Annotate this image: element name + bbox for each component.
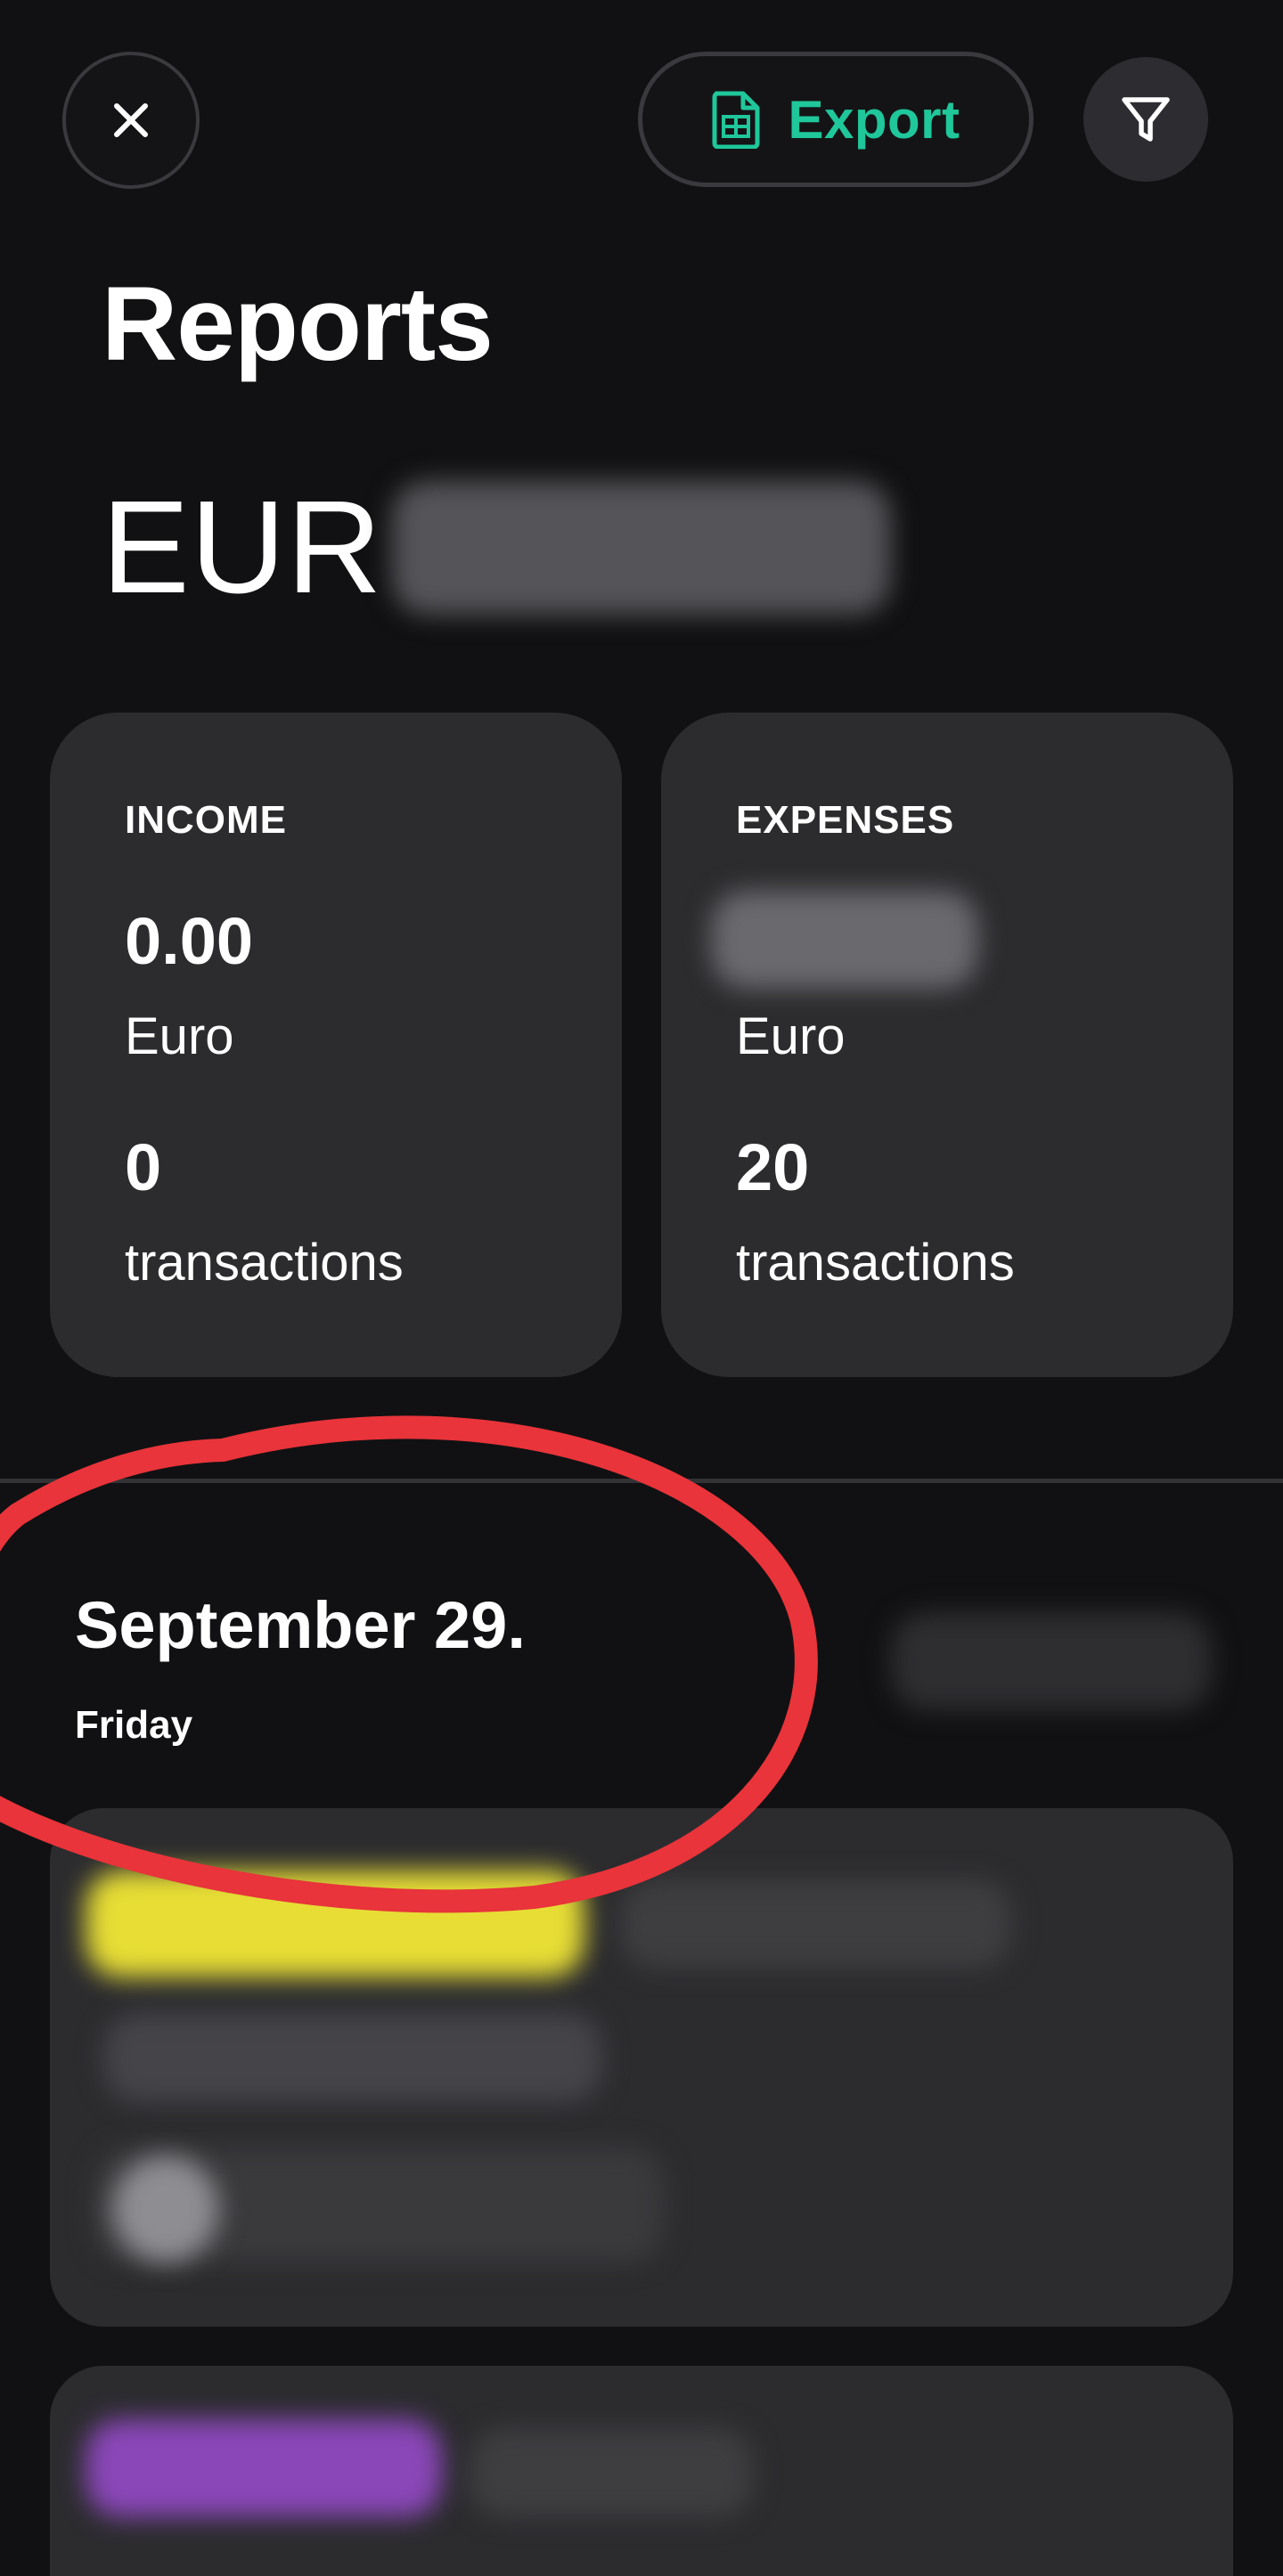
- expenses-transactions-label: transactions: [736, 1234, 1015, 1292]
- spreadsheet-icon: [712, 91, 760, 149]
- redacted-amount: [469, 2428, 754, 2517]
- redacted-expenses-amount: [711, 891, 978, 989]
- total-currency-code: EUR: [102, 474, 383, 621]
- export-button[interactable]: Export: [638, 52, 1034, 187]
- close-button[interactable]: [62, 52, 200, 189]
- income-transaction-count: 0: [125, 1130, 162, 1204]
- redacted-description: [103, 2013, 602, 2102]
- filter-icon: [1122, 97, 1170, 142]
- day-group-date: September 29.: [75, 1588, 526, 1662]
- expenses-summary-card[interactable]: EXPENSES Euro 20 transactions: [661, 713, 1233, 1377]
- expenses-heading: EXPENSES: [736, 798, 955, 842]
- income-amount: 0.00: [125, 904, 254, 978]
- transaction-card[interactable]: [50, 1808, 1233, 2327]
- income-transactions-label: transactions: [125, 1234, 404, 1292]
- redacted-avatar: [112, 2156, 219, 2262]
- expenses-transaction-count: 20: [736, 1130, 810, 1204]
- reports-screen: Export Reports EUR INCOME 0.00 Euro 0 tr…: [0, 0, 1283, 2576]
- redacted-amount: [620, 1879, 1012, 1969]
- income-summary-card[interactable]: INCOME 0.00 Euro 0 transactions: [50, 713, 622, 1377]
- income-heading: INCOME: [125, 798, 287, 842]
- close-icon: [114, 103, 148, 137]
- filter-button[interactable]: [1083, 57, 1208, 182]
- redacted-category-tag: [86, 1871, 584, 1977]
- export-label: Export: [788, 89, 960, 150]
- income-currency: Euro: [125, 1007, 234, 1065]
- redacted-category-tag: [86, 2419, 442, 2517]
- day-group-weekday: Friday: [75, 1703, 193, 1747]
- section-divider: [0, 1479, 1283, 1483]
- page-title: Reports: [102, 265, 494, 383]
- expenses-currency: Euro: [736, 1007, 846, 1065]
- transaction-card[interactable]: [50, 2366, 1233, 2576]
- redacted-day-total: [891, 1612, 1212, 1710]
- redacted-total-amount: [392, 481, 891, 615]
